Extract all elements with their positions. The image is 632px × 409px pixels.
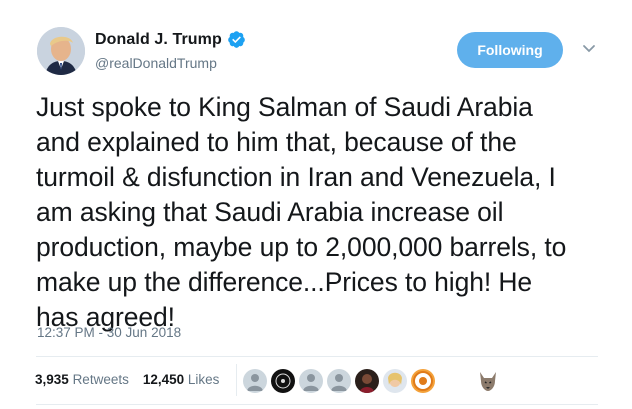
- liker-avatar[interactable]: [271, 369, 295, 393]
- display-name[interactable]: Donald J. Trump: [95, 31, 222, 49]
- likes-stat[interactable]: 12,450 Likes: [143, 372, 220, 387]
- retweets-count: 3,935: [35, 372, 69, 387]
- likes-label: Likes: [187, 372, 220, 387]
- tweet-stats: 3,935 Retweets 12,450 Likes: [35, 372, 233, 387]
- likes-count: 12,450: [142, 372, 185, 387]
- tweet-timestamp[interactable]: 12:37 PM - 30 Jun 2018: [37, 325, 181, 340]
- retweets-label: Retweets: [72, 372, 129, 387]
- retweets-stat[interactable]: 3,935 Retweets: [35, 372, 129, 387]
- tweet-line: make up the difference...Prices to high!…: [36, 267, 533, 297]
- liker-avatar[interactable]: [327, 369, 351, 393]
- user-name-row[interactable]: Donald J. Trump: [95, 30, 246, 49]
- divider: [36, 356, 598, 357]
- liker-avatar[interactable]: [411, 369, 435, 393]
- profile-avatar[interactable]: [37, 27, 85, 75]
- liker-avatar[interactable]: [355, 369, 379, 393]
- tweet-line: and explained to him that, because of th…: [36, 127, 517, 157]
- stats-separator: [236, 364, 237, 396]
- tweet-line: production, maybe up to 2,000,000 barrel…: [36, 232, 567, 262]
- tweet-line: turmoil & disfunction in Iran and Venezu…: [36, 162, 556, 192]
- liker-avatar[interactable]: [476, 369, 500, 393]
- verified-badge-icon: [228, 31, 245, 48]
- divider: [36, 404, 598, 405]
- following-button[interactable]: Following: [457, 32, 563, 68]
- tweet-line: am asking that Saudi Arabia increase oil: [36, 197, 504, 227]
- chevron-down-icon[interactable]: [582, 44, 596, 54]
- liker-avatars: [243, 369, 439, 393]
- tweet-text: Just spoke to King Salman of Saudi Arabi…: [36, 90, 616, 335]
- liker-avatar[interactable]: [243, 369, 267, 393]
- user-handle[interactable]: @realDonaldTrump: [95, 55, 217, 71]
- liker-avatar[interactable]: [383, 369, 407, 393]
- liker-avatar[interactable]: [299, 369, 323, 393]
- tweet-line: Just spoke to King Salman of Saudi Arabi…: [36, 92, 533, 122]
